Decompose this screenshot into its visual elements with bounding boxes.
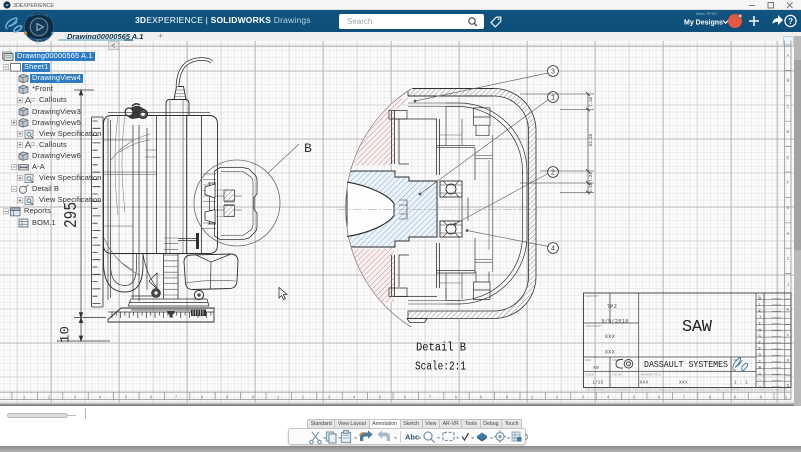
- svg-text:XXX: XXX: [605, 334, 616, 340]
- svg-text:5/5/2016: 5/5/2016: [601, 319, 628, 325]
- svg-text:DASSAULT SYSTEMES: DASSAULT SYSTEMES: [644, 360, 728, 370]
- svg-text:Scale:2:1: Scale:2:1: [415, 361, 466, 374]
- svg-text:1: 1: [551, 94, 555, 102]
- svg-text:B: B: [759, 366, 762, 371]
- svg-text:I: I: [759, 322, 762, 327]
- svg-text:DRAWING TITLE: DRAWING TITLE: [641, 373, 661, 377]
- svg-text:L: L: [759, 303, 762, 308]
- svg-text:1/25: 1/25: [592, 381, 603, 386]
- svg-text:R: R: [758, 294, 760, 298]
- svg-text:G: G: [786, 205, 789, 211]
- svg-text:Abc: Abc: [405, 432, 419, 441]
- svg-text:2: 2: [551, 169, 555, 177]
- svg-text:C: C: [786, 104, 789, 110]
- svg-text:K: K: [759, 309, 762, 314]
- svg-text:3D: 3D: [36, 40, 43, 46]
- svg-text:H: H: [786, 231, 789, 237]
- svg-text:J: J: [759, 316, 762, 321]
- svg-text:D: D: [786, 129, 789, 135]
- svg-text:F: F: [759, 341, 762, 346]
- svg-text:23.45: 23.45: [590, 133, 594, 146]
- svg-text:A0: A0: [593, 365, 599, 371]
- svg-text:5.58: 5.58: [590, 182, 594, 193]
- svg-text:THE INFORMATION CONTAINED IN T: THE INFORMATION CONTAINED IN THIS DRAWIN…: [585, 388, 788, 392]
- svg-text:TPZ: TPZ: [607, 304, 617, 310]
- svg-text:C: C: [759, 360, 762, 365]
- svg-text:DRAWN BY: DRAWN BY: [585, 294, 599, 298]
- svg-text:CHECKED BY: CHECKED BY: [585, 324, 602, 328]
- svg-text:SCALE: SCALE: [585, 373, 594, 377]
- svg-text:A: A: [786, 53, 789, 59]
- svg-text:D: D: [759, 354, 762, 359]
- svg-text:XXX: XXX: [639, 380, 648, 386]
- svg-text:H: H: [759, 328, 762, 333]
- svg-text:A: A: [759, 372, 762, 377]
- svg-text:7.26: 7.26: [590, 171, 594, 182]
- svg-text:Detail B: Detail B: [416, 342, 466, 355]
- svg-text:G: G: [759, 335, 762, 340]
- svg-text:F: F: [786, 180, 789, 186]
- svg-text:XXX: XXX: [679, 380, 688, 386]
- svg-text:SIZE: SIZE: [585, 358, 591, 362]
- svg-text:M: M: [786, 358, 789, 364]
- svg-text:3: 3: [551, 68, 555, 76]
- svg-text:4: 4: [551, 245, 555, 253]
- svg-text:I: I: [786, 256, 789, 262]
- svg-text:E: E: [786, 155, 789, 161]
- svg-text:CAD NO.: CAD NO.: [612, 373, 623, 377]
- svg-text:SAW: SAW: [682, 318, 713, 337]
- svg-text:XXX: XXX: [605, 350, 616, 356]
- svg-text:B: B: [786, 78, 789, 84]
- svg-text:10: 10: [58, 326, 73, 343]
- svg-text:J: J: [786, 282, 789, 288]
- svg-text:E: E: [759, 347, 762, 352]
- svg-text:~: ~: [759, 379, 762, 384]
- svg-text:B: B: [304, 141, 312, 156]
- svg-text:1 : 1: 1 : 1: [734, 382, 748, 386]
- svg-text:7.52: 7.52: [590, 96, 594, 107]
